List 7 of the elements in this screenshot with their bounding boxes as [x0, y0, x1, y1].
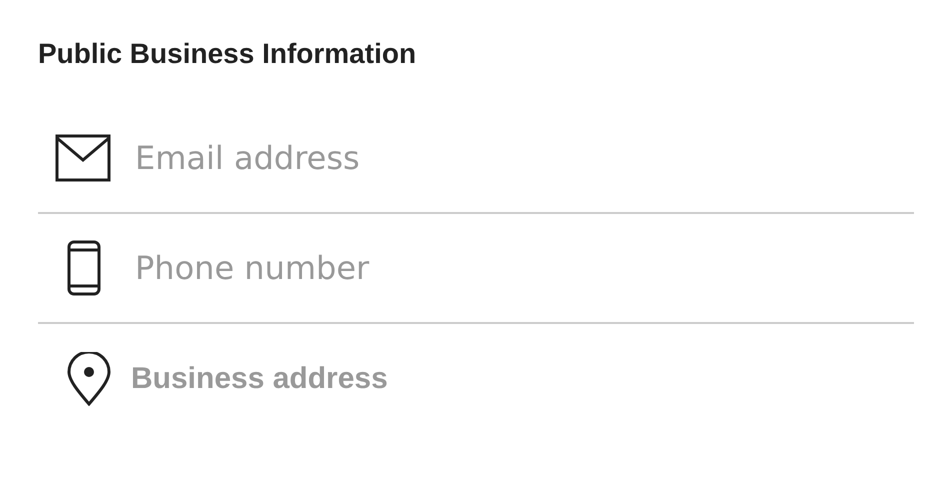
location-pin-icon	[67, 352, 111, 406]
address-link[interactable]: Business address	[131, 362, 388, 396]
section-title: Public Business Information	[38, 38, 416, 70]
email-field[interactable]: Email address	[135, 139, 735, 177]
phone-field[interactable]: Phone number	[135, 249, 735, 287]
envelope-icon	[55, 134, 111, 182]
phone-icon	[67, 240, 101, 296]
